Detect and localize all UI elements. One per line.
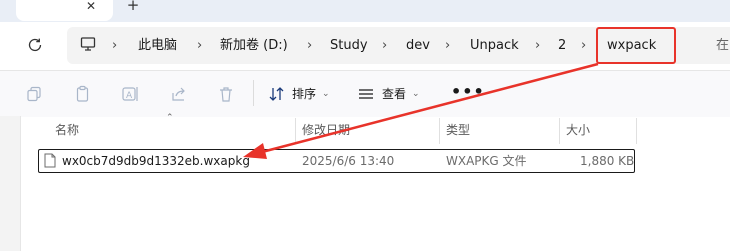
svg-text:A: A <box>126 91 133 101</box>
delete-icon[interactable] <box>217 85 235 103</box>
search-placeholder: 在 <box>716 38 730 53</box>
sort-icon[interactable] <box>268 85 286 103</box>
view-icon[interactable] <box>357 85 375 103</box>
breadcrumb-drive-d[interactable]: 新加卷 (D:) <box>220 38 288 54</box>
file-icon <box>44 153 56 168</box>
view-button[interactable]: 查看 <box>382 87 406 102</box>
file-name[interactable]: wx0cb7d9db9d1332eb.wxapkg <box>62 154 250 169</box>
toolbar-divider <box>253 80 254 106</box>
computer-icon[interactable] <box>80 36 96 52</box>
file-type: WXAPKG 文件 <box>446 154 527 168</box>
column-divider[interactable] <box>559 118 560 144</box>
sort-button[interactable]: 排序 <box>292 87 316 102</box>
column-header-size[interactable]: 大小 <box>566 123 590 138</box>
column-header-modified[interactable]: 修改日期 <box>302 123 350 138</box>
tab-active[interactable] <box>16 0 113 21</box>
file-size: 1,880 KB <box>580 154 635 168</box>
paste-icon[interactable] <box>74 85 92 103</box>
breadcrumb-separator-icon: › <box>445 38 451 53</box>
breadcrumb-separator-icon: › <box>197 38 203 53</box>
column-header-type[interactable]: 类型 <box>446 123 470 138</box>
breadcrumb-separator-icon: › <box>382 38 388 53</box>
breadcrumb-2[interactable]: 2 <box>558 38 566 54</box>
tab-close-icon[interactable]: ✕ <box>84 0 98 12</box>
sort-ascending-icon: ⌃ <box>166 113 174 123</box>
breadcrumb-separator-icon: › <box>535 38 541 53</box>
file-modified: 2025/6/6 13:40 <box>302 154 395 168</box>
annotation-highlight-box <box>596 27 676 64</box>
breadcrumb-separator-icon: › <box>307 38 313 53</box>
chevron-down-icon: ⌄ <box>322 89 330 99</box>
breadcrumb-separator-icon: › <box>581 38 587 53</box>
navigation-pane[interactable] <box>0 116 21 251</box>
breadcrumb-unpack[interactable]: Unpack <box>470 38 519 54</box>
more-options-icon[interactable]: ••• <box>451 84 485 100</box>
chevron-down-icon: ⌄ <box>412 89 420 99</box>
share-icon[interactable] <box>170 85 188 103</box>
column-divider[interactable] <box>636 118 637 144</box>
refresh-icon[interactable] <box>26 36 44 54</box>
breadcrumb-study[interactable]: Study <box>330 38 368 54</box>
column-header-name[interactable]: 名称 <box>55 123 79 138</box>
breadcrumb-dev[interactable]: dev <box>406 38 430 54</box>
column-divider[interactable] <box>439 118 440 144</box>
breadcrumb-separator-icon: › <box>112 38 118 53</box>
rename-icon[interactable]: A <box>121 85 139 103</box>
breadcrumb-this-pc[interactable]: 此电脑 <box>138 38 177 54</box>
copy-icon[interactable] <box>25 85 43 103</box>
new-tab-icon[interactable]: + <box>125 0 141 13</box>
column-divider[interactable] <box>295 118 296 144</box>
